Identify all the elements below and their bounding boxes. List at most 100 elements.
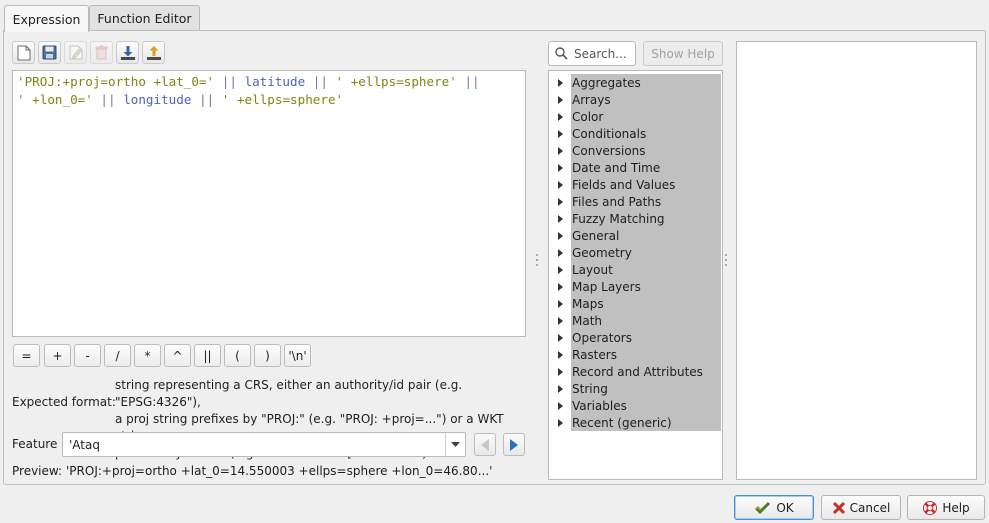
tree-item-fuzzy-matching[interactable]: Fuzzy Matching	[549, 210, 722, 227]
tree-item-operators[interactable]: Operators	[549, 329, 722, 346]
new-file-button[interactable]	[12, 41, 35, 64]
cancel-button-label: Cancel	[849, 500, 891, 515]
expand-arrow-icon[interactable]	[549, 146, 571, 155]
expand-arrow-icon[interactable]	[549, 78, 571, 87]
expand-arrow-icon[interactable]	[549, 95, 571, 104]
tree-item-rasters[interactable]: Rasters	[549, 346, 722, 363]
tree-item-math[interactable]: Math	[549, 312, 722, 329]
concat-operator: ||	[221, 74, 237, 89]
tree-item-files-and-paths[interactable]: Files and Paths	[549, 193, 722, 210]
operator-multiply-button[interactable]: *	[134, 344, 161, 367]
tree-item-label: Math	[571, 312, 721, 329]
tree-item-geometry[interactable]: Geometry	[549, 244, 722, 261]
expand-arrow-icon[interactable]	[549, 401, 571, 410]
tree-item-string[interactable]: String	[549, 380, 722, 397]
help-button[interactable]: Help	[907, 495, 985, 520]
operator-equals-button[interactable]: =	[13, 344, 40, 367]
tree-item-label: Rasters	[571, 346, 721, 363]
field-reference: longitude	[123, 92, 192, 107]
string-literal: 'PROJ:+proj=ortho +lat_0='	[17, 74, 215, 89]
tab-function-editor-label: Function Editor	[97, 11, 192, 26]
operator-concat-button[interactable]: ||	[194, 344, 221, 367]
edit-button[interactable]	[64, 41, 87, 64]
expand-arrow-icon[interactable]	[549, 282, 571, 291]
expand-arrow-icon[interactable]	[549, 367, 571, 376]
tree-item-label: Fields and Values	[571, 176, 721, 193]
tree-item-recent-generic[interactable]: Recent (generic)	[549, 414, 722, 431]
tree-item-conversions[interactable]: Conversions	[549, 142, 722, 159]
search-input[interactable]: Search...	[548, 41, 636, 66]
expand-arrow-icon[interactable]	[549, 214, 571, 223]
splitter-handle[interactable]	[725, 254, 728, 266]
expand-arrow-icon[interactable]	[549, 384, 571, 393]
tree-item-label: Conditionals	[571, 125, 721, 142]
tree-item-arrays[interactable]: Arrays	[549, 91, 722, 108]
expand-arrow-icon[interactable]	[549, 248, 571, 257]
function-group-tree[interactable]: Aggregates Arrays Color Conditionals Con…	[548, 70, 723, 480]
expand-arrow-icon[interactable]	[549, 231, 571, 240]
tree-item-general[interactable]: General	[549, 227, 722, 244]
expand-arrow-icon[interactable]	[549, 333, 571, 342]
delete-icon	[95, 45, 108, 60]
expand-arrow-icon[interactable]	[549, 350, 571, 359]
arrow-right-icon	[510, 438, 518, 451]
tree-item-aggregates[interactable]: Aggregates	[549, 74, 722, 91]
operator-close-paren-button[interactable]: )	[254, 344, 281, 367]
expand-arrow-icon[interactable]	[549, 180, 571, 189]
expand-arrow-icon[interactable]	[549, 112, 571, 121]
function-help-panel[interactable]	[736, 41, 977, 480]
operator-minus-button[interactable]: -	[74, 344, 101, 367]
show-help-button[interactable]: Show Help	[643, 41, 723, 66]
help-button-label: Help	[942, 500, 970, 515]
tree-item-layout[interactable]: Layout	[549, 261, 722, 278]
concat-operator: ||	[100, 92, 116, 107]
tree-item-record-and-attributes[interactable]: Record and Attributes	[549, 363, 722, 380]
expand-arrow-icon[interactable]	[549, 299, 571, 308]
tree-item-variables[interactable]: Variables	[549, 397, 722, 414]
tree-item-conditionals[interactable]: Conditionals	[549, 125, 722, 142]
tree-item-date-and-time[interactable]: Date and Time	[549, 159, 722, 176]
expression-editor[interactable]: 'PROJ:+proj=ortho +lat_0=' || latitude |…	[12, 70, 526, 337]
operator-power-button[interactable]: ^	[164, 344, 191, 367]
new-file-icon	[17, 45, 30, 60]
help-lifebuoy-icon	[923, 500, 938, 515]
expand-arrow-icon[interactable]	[549, 163, 571, 172]
string-literal: ' +ellps=sphere'	[335, 74, 457, 89]
feature-combo[interactable]: 'Ataq	[62, 432, 466, 457]
tree-item-label: Conversions	[571, 142, 721, 159]
operator-newline-button[interactable]: '\n'	[284, 344, 311, 367]
expand-arrow-icon[interactable]	[549, 418, 571, 427]
previous-feature-button[interactable]	[474, 433, 496, 456]
delete-button[interactable]	[90, 41, 113, 64]
operator-open-paren-button[interactable]: (	[224, 344, 251, 367]
tree-item-maps[interactable]: Maps	[549, 295, 722, 312]
tree-item-label: Files and Paths	[571, 193, 721, 210]
concat-operator: ||	[464, 74, 480, 89]
tree-item-map-layers[interactable]: Map Layers	[549, 278, 722, 295]
tree-item-label: Layout	[571, 261, 721, 278]
expand-arrow-icon[interactable]	[549, 265, 571, 274]
chevron-down-icon[interactable]	[445, 433, 465, 456]
ok-button[interactable]: OK	[734, 495, 814, 520]
feature-label: Feature	[12, 437, 58, 451]
next-feature-button[interactable]	[503, 433, 525, 456]
operator-plus-button[interactable]: +	[44, 344, 71, 367]
tree-item-fields-and-values[interactable]: Fields and Values	[549, 176, 722, 193]
tab-expression[interactable]: Expression	[4, 5, 89, 32]
ok-check-icon	[755, 501, 771, 514]
export-button[interactable]	[142, 41, 165, 64]
expand-arrow-icon[interactable]	[549, 197, 571, 206]
import-button[interactable]	[116, 41, 139, 64]
string-literal: ' +ellps=sphere'	[221, 92, 344, 107]
save-button[interactable]	[38, 41, 61, 64]
expand-arrow-icon[interactable]	[549, 129, 571, 138]
tree-item-label: Arrays	[571, 91, 721, 108]
tab-expression-label: Expression	[12, 11, 81, 27]
tab-function-editor[interactable]: Function Editor	[89, 5, 200, 31]
cancel-button[interactable]: Cancel	[821, 495, 901, 520]
tree-item-label: Recent (generic)	[571, 414, 721, 431]
tree-item-color[interactable]: Color	[549, 108, 722, 125]
splitter-handle[interactable]	[536, 254, 539, 266]
expand-arrow-icon[interactable]	[549, 316, 571, 325]
operator-divide-button[interactable]: /	[104, 344, 131, 367]
